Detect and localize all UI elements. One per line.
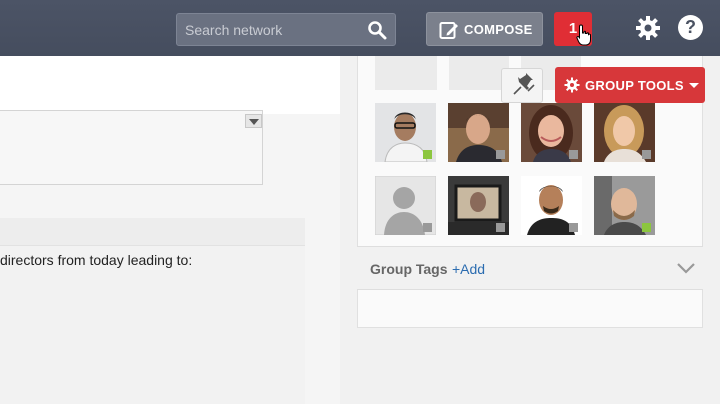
cursor-hand-icon: [576, 24, 591, 46]
group-tools-label: GROUP TOOLS: [585, 78, 684, 93]
pin-button[interactable]: [501, 68, 543, 103]
gear-icon[interactable]: [635, 15, 661, 41]
help-icon[interactable]: ?: [678, 15, 703, 40]
faded-avatar: [449, 56, 509, 90]
add-tag-link[interactable]: +Add: [452, 261, 485, 277]
offline-status-indicator: [423, 223, 432, 232]
pencil-icon: [439, 22, 458, 39]
content-header-strip: [0, 56, 360, 114]
offline-status-indicator: [496, 223, 505, 232]
caret-down-icon: [689, 83, 699, 88]
post-text: directors from today leading to:: [0, 252, 193, 268]
online-status-indicator: [642, 223, 651, 232]
compose-label: COMPOSE: [464, 22, 533, 37]
group-tools-button[interactable]: GROUP TOOLS: [555, 67, 705, 103]
post-type-dropdown[interactable]: [0, 110, 263, 185]
post-header: [0, 218, 305, 246]
offline-status-indicator: [569, 150, 578, 159]
search-input[interactable]: Search network: [185, 22, 282, 38]
offline-status-indicator: [642, 150, 651, 159]
chevron-down-icon[interactable]: [676, 262, 696, 274]
online-status-indicator: [423, 150, 432, 159]
offline-status-indicator: [569, 223, 578, 232]
offline-status-indicator: [496, 150, 505, 159]
dropdown-arrow-icon[interactable]: [245, 114, 262, 128]
search-icon[interactable]: [367, 20, 387, 40]
post-body: [0, 246, 305, 404]
compose-button[interactable]: COMPOSE: [426, 12, 543, 46]
search-box[interactable]: Search network: [176, 13, 396, 46]
faded-avatar: [375, 56, 437, 90]
gear-icon: [564, 77, 580, 93]
group-tags-title: Group Tags: [370, 261, 448, 277]
pin-icon: [513, 73, 535, 95]
